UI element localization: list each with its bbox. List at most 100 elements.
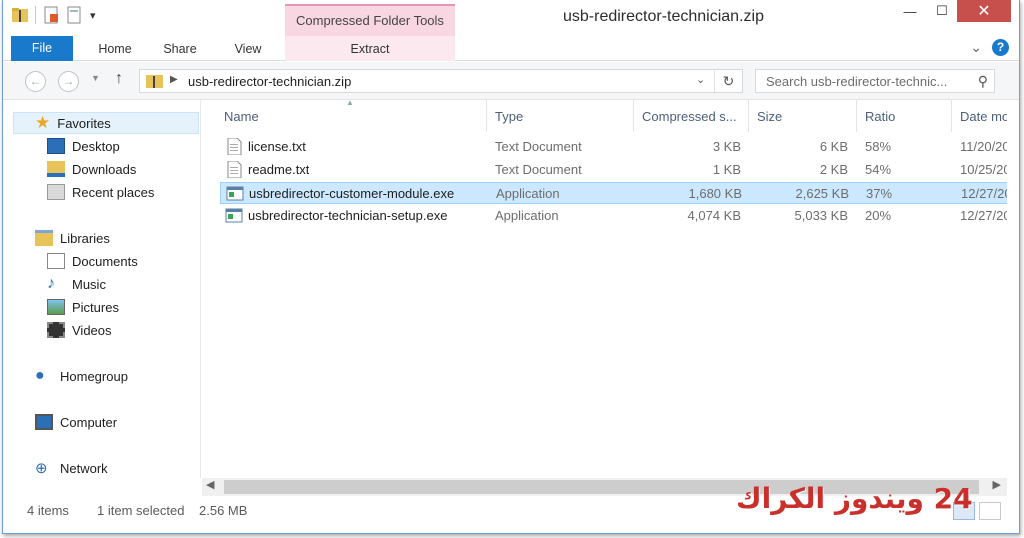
properties-icon[interactable] bbox=[42, 6, 60, 24]
tab-extract[interactable]: Extract bbox=[285, 36, 455, 61]
videos-icon bbox=[47, 322, 65, 338]
maximize-button[interactable]: ☐ bbox=[927, 0, 957, 22]
context-tab-label: Compressed Folder Tools bbox=[285, 4, 455, 36]
file-ratio: 54% bbox=[865, 162, 892, 177]
file-ratio: 37% bbox=[866, 186, 893, 201]
nav-item-recent-places[interactable]: Recent places bbox=[47, 181, 154, 203]
up-button[interactable]: ↑ bbox=[115, 70, 123, 88]
application-icon bbox=[226, 186, 244, 201]
nav-network-label: Network bbox=[60, 460, 108, 476]
nav-item-desktop[interactable]: Desktop bbox=[47, 135, 120, 157]
back-button[interactable]: ← bbox=[25, 71, 46, 92]
nav-item-pictures[interactable]: Pictures bbox=[47, 296, 119, 318]
navigation-bar: ← → ▼ ↑ ▶ usb-redirector-technician.zip … bbox=[3, 62, 1019, 100]
file-compressed-size: 4,074 KB bbox=[687, 208, 742, 223]
nav-item-label: Desktop bbox=[72, 138, 120, 154]
nav-libraries[interactable]: Libraries bbox=[35, 227, 110, 249]
text-file-icon bbox=[227, 138, 242, 155]
nav-item-videos[interactable]: Videos bbox=[47, 319, 112, 341]
documents-icon bbox=[47, 253, 65, 269]
large-icons-view-icon[interactable] bbox=[979, 502, 1001, 520]
network-icon: ⊕ bbox=[35, 460, 48, 477]
explorer-window: ▾ Compressed Folder Tools usb-redirector… bbox=[2, 0, 1020, 534]
nav-homegroup[interactable]: ● Homegroup bbox=[35, 365, 128, 387]
file-name: usbredirector-customer-module.exe bbox=[249, 186, 455, 201]
folder-zip-icon[interactable] bbox=[11, 6, 29, 24]
nav-item-documents[interactable]: Documents bbox=[47, 250, 138, 272]
recent-places-icon bbox=[47, 184, 65, 200]
ribbon-controls: ⌄ ? bbox=[970, 39, 1009, 56]
file-size: 5,033 KB bbox=[794, 208, 849, 223]
toolbar-divider bbox=[35, 6, 36, 24]
file-row-selected[interactable]: usbredirector-customer-module.exe Applic… bbox=[220, 182, 1007, 204]
nav-item-downloads[interactable]: Downloads bbox=[47, 158, 136, 180]
scroll-right-icon[interactable]: ▶ bbox=[993, 478, 1001, 491]
scroll-left-icon[interactable]: ◀ bbox=[206, 478, 214, 491]
file-row[interactable]: readme.txt Text Document 1 KB 2 KB 54% 1… bbox=[220, 159, 1007, 181]
nav-homegroup-label: Homegroup bbox=[60, 368, 128, 384]
nav-computer[interactable]: Computer bbox=[35, 411, 117, 433]
nav-favorites-label: Favorites bbox=[57, 115, 111, 131]
item-count: 4 items bbox=[27, 503, 69, 518]
expand-ribbon-icon[interactable]: ⌄ bbox=[970, 39, 982, 56]
nav-item-label: Music bbox=[72, 276, 106, 292]
tab-file[interactable]: File bbox=[11, 36, 73, 61]
nav-favorites[interactable]: ★ Favorites bbox=[13, 112, 199, 134]
libraries-icon bbox=[35, 230, 53, 246]
search-box[interactable]: Search usb-redirector-technic... ⚲ bbox=[755, 69, 995, 93]
quick-access-toolbar: ▾ bbox=[11, 6, 96, 24]
customize-toolbar-icon[interactable]: ▾ bbox=[90, 9, 96, 22]
nav-network[interactable]: ⊕ Network bbox=[35, 457, 108, 479]
nav-computer-label: Computer bbox=[60, 414, 118, 430]
column-header-name[interactable]: Name ▲ bbox=[202, 100, 487, 132]
file-type: Application bbox=[495, 208, 559, 223]
breadcrumb[interactable]: usb-redirector-technician.zip bbox=[188, 74, 351, 89]
zip-folder-icon bbox=[146, 75, 163, 88]
file-date: 12/27/20 bbox=[960, 208, 1007, 223]
homegroup-icon: ● bbox=[35, 367, 45, 384]
file-compressed-size: 3 KB bbox=[712, 139, 741, 154]
new-folder-icon[interactable] bbox=[66, 6, 84, 24]
column-header-date-modified[interactable]: Date mo bbox=[952, 100, 1007, 132]
column-header-label: Date mo bbox=[960, 109, 1007, 124]
file-size: 2,625 KB bbox=[795, 186, 850, 201]
sort-ascending-icon: ▲ bbox=[346, 100, 354, 107]
address-bar[interactable]: ▶ usb-redirector-technician.zip ⌄ ↻ bbox=[139, 69, 743, 93]
search-input[interactable]: Search usb-redirector-technic... bbox=[766, 74, 947, 89]
selection-size: 2.56 MB bbox=[199, 503, 248, 518]
star-icon: ★ bbox=[35, 113, 51, 132]
music-icon: ♪ bbox=[47, 275, 55, 292]
forward-button[interactable]: → bbox=[58, 71, 79, 92]
column-header-type[interactable]: Type bbox=[487, 100, 634, 132]
tab-share[interactable]: Share bbox=[155, 36, 205, 61]
file-row[interactable]: usbredirector-technician-setup.exe Appli… bbox=[220, 205, 1007, 227]
search-icon[interactable]: ⚲ bbox=[978, 73, 988, 90]
nav-item-music[interactable]: ♪ Music bbox=[47, 273, 106, 295]
file-date: 11/20/20 bbox=[960, 139, 1007, 154]
address-dropdown-icon[interactable]: ⌄ bbox=[696, 73, 705, 86]
help-icon[interactable]: ? bbox=[992, 39, 1009, 56]
column-header-size[interactable]: Size bbox=[749, 100, 857, 132]
breadcrumb-chevron-icon[interactable]: ▶ bbox=[170, 74, 178, 85]
file-ratio: 58% bbox=[865, 139, 892, 154]
column-header-label: Name bbox=[224, 109, 259, 124]
nav-item-label: Recent places bbox=[72, 184, 155, 200]
minimize-button[interactable]: — bbox=[893, 0, 927, 22]
close-button[interactable]: ✕ bbox=[957, 0, 1011, 22]
file-list: Name ▲ Type Compressed s... Size Ratio D… bbox=[202, 100, 1007, 478]
file-compressed-size: 1 KB bbox=[712, 162, 741, 177]
file-size: 2 KB bbox=[819, 162, 848, 177]
column-header-compressed-size[interactable]: Compressed s... bbox=[634, 100, 749, 132]
file-ratio: 20% bbox=[865, 208, 892, 223]
nav-item-label: Documents bbox=[72, 253, 138, 269]
column-header-label: Size bbox=[757, 109, 783, 124]
nav-libraries-label: Libraries bbox=[60, 230, 110, 246]
file-type: Text Document bbox=[495, 139, 582, 154]
tab-view[interactable]: View bbox=[223, 36, 273, 61]
nav-item-label: Pictures bbox=[72, 299, 119, 315]
recent-locations-icon[interactable]: ▼ bbox=[91, 73, 100, 83]
refresh-icon[interactable]: ↻ bbox=[714, 70, 742, 92]
tab-home[interactable]: Home bbox=[87, 36, 143, 61]
file-row[interactable]: license.txt Text Document 3 KB 6 KB 58% … bbox=[220, 136, 1007, 158]
column-header-ratio[interactable]: Ratio bbox=[857, 100, 952, 132]
